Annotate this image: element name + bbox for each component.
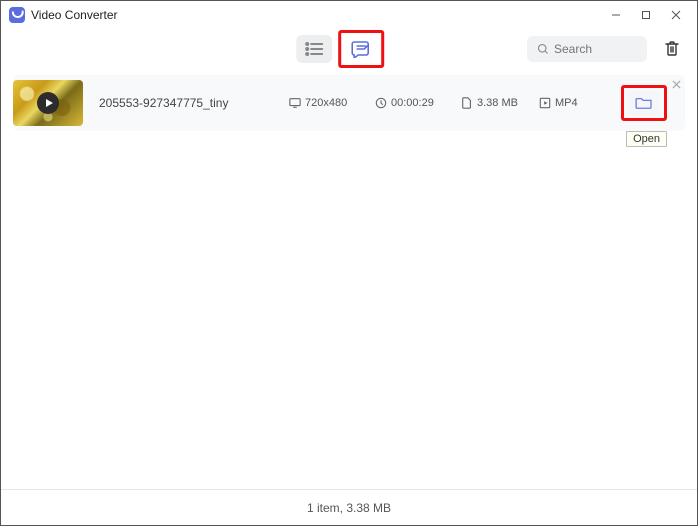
- status-summary: 1 item, 3.38 MB: [307, 501, 391, 515]
- duration-value: 00:00:29: [391, 97, 434, 109]
- clear-all-button[interactable]: [659, 36, 685, 62]
- video-thumbnail[interactable]: [13, 80, 83, 126]
- close-window-button[interactable]: [661, 4, 691, 26]
- search-icon: [537, 43, 549, 55]
- size-meta: 3.38 MB: [461, 97, 539, 109]
- folder-icon: [635, 96, 653, 110]
- size-value: 3.38 MB: [477, 97, 518, 109]
- search-input[interactable]: [554, 42, 634, 56]
- highlight-annotation: [338, 30, 384, 68]
- file-name: 205553-927347775_tiny: [99, 96, 289, 110]
- monitor-icon: [289, 97, 301, 109]
- resolution-meta: 720x480: [289, 97, 375, 109]
- play-icon: [37, 92, 59, 114]
- trash-icon: [663, 40, 681, 58]
- play-square-icon: [539, 97, 551, 109]
- resolution-value: 720x480: [305, 97, 347, 109]
- status-bar: 1 item, 3.38 MB: [1, 489, 697, 525]
- minimize-button[interactable]: [601, 4, 631, 26]
- app-title: Video Converter: [31, 8, 118, 22]
- highlight-annotation: [621, 85, 667, 121]
- duration-meta: 00:00:29: [375, 97, 461, 109]
- open-folder-button[interactable]: [628, 91, 660, 115]
- maximize-button[interactable]: [631, 4, 661, 26]
- format-meta: MP4: [539, 97, 597, 109]
- file-list: 205553-927347775_tiny 720x480 00:00:29 3…: [1, 69, 697, 131]
- format-value: MP4: [555, 97, 578, 109]
- toolbar: [1, 29, 697, 69]
- edit-metadata-button[interactable]: [343, 35, 379, 63]
- titlebar: Video Converter: [1, 1, 697, 29]
- app-logo-icon: [9, 7, 25, 23]
- remove-item-button[interactable]: [669, 77, 683, 91]
- file-icon: [461, 97, 473, 109]
- close-icon: [672, 80, 681, 89]
- open-tooltip: Open: [626, 131, 667, 147]
- list-item[interactable]: 205553-927347775_tiny 720x480 00:00:29 3…: [13, 75, 685, 131]
- search-box[interactable]: [527, 36, 647, 62]
- clock-icon: [375, 97, 387, 109]
- list-view-button[interactable]: [296, 35, 332, 63]
